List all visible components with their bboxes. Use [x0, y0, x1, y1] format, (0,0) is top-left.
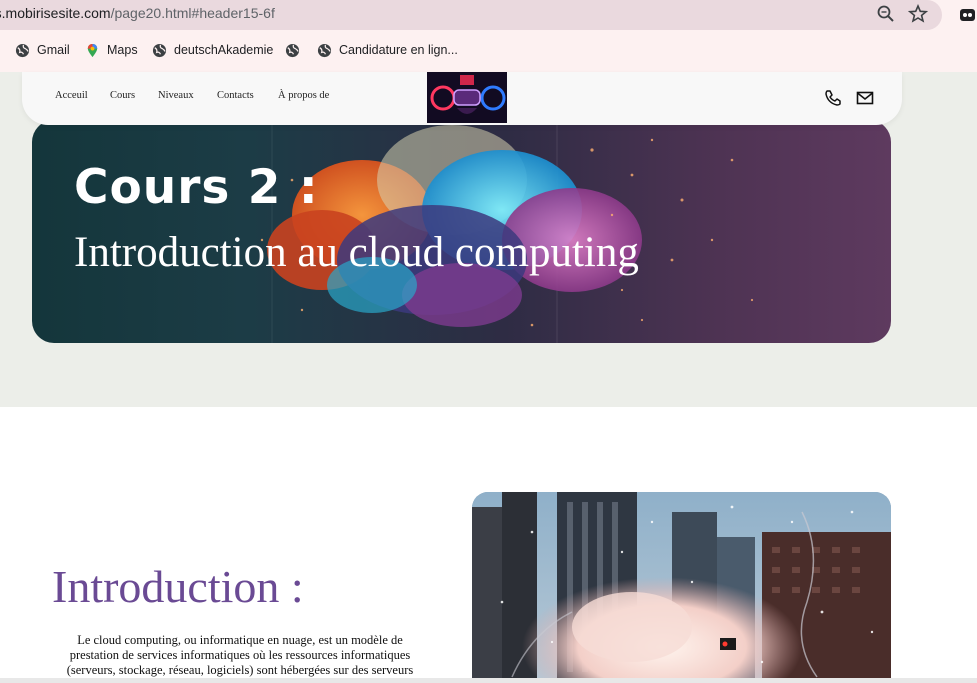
- nav-link-cours[interactable]: Cours: [110, 90, 135, 101]
- mail-icon[interactable]: [856, 90, 874, 106]
- hero-title: Cours 2 :: [74, 160, 319, 215]
- bookmark-candidature[interactable]: Candidature en lign...: [317, 38, 458, 62]
- nav-link-acceuil[interactable]: Acceuil: [55, 90, 88, 101]
- bookmark-label: Gmail: [37, 43, 70, 57]
- globe-icon: [317, 43, 332, 57]
- extension-icon[interactable]: [958, 6, 977, 23]
- intro-heading: Introduction :: [52, 561, 304, 612]
- phone-icon[interactable]: [824, 89, 842, 107]
- bookmark-deutschakademie[interactable]: deutschAkademie: [152, 38, 273, 62]
- nav-link-a-propos[interactable]: À propos de: [278, 90, 329, 101]
- nav-link-contacts[interactable]: Contacts: [217, 90, 254, 101]
- bookmark-label: deutschAkademie: [174, 43, 274, 57]
- bookmark-gmail[interactable]: Gmail: [15, 38, 70, 62]
- globe-icon: [152, 43, 167, 57]
- city-cloud-image: [472, 492, 891, 682]
- hero-subtitle: Introduction au cloud computing: [74, 229, 639, 276]
- intro-paragraph: Le cloud computing, ou informatique en n…: [66, 633, 414, 677]
- address-bar[interactable]: rs.mobirisesite.com/page20.html#header15…: [0, 0, 942, 30]
- nav-link-niveaux[interactable]: Niveaux: [158, 90, 194, 101]
- browser-chrome: rs.mobirisesite.com/page20.html#header15…: [0, 0, 977, 72]
- bookmarks-bar: Gmail Maps deutschAkademie Candidature e…: [0, 38, 977, 62]
- bookmark-maps[interactable]: Maps: [85, 38, 138, 62]
- site-logo[interactable]: [427, 72, 507, 123]
- url-path: /page20.html#header15-6f: [110, 5, 275, 21]
- hero-banner: Cours 2 : Introduction au cloud computin…: [32, 120, 891, 343]
- url-text[interactable]: rs.mobirisesite.com/page20.html#header15…: [0, 5, 275, 21]
- horizontal-scrollbar[interactable]: [0, 678, 977, 683]
- maps-pin-icon: [87, 43, 98, 57]
- bookmark-star-icon[interactable]: [908, 4, 928, 24]
- zoom-icon[interactable]: [876, 4, 896, 24]
- bookmark-untitled[interactable]: [285, 38, 307, 62]
- globe-icon: [15, 43, 30, 57]
- globe-icon: [285, 43, 300, 57]
- bookmark-label: Maps: [107, 43, 138, 57]
- url-host: rs.mobirisesite.com: [0, 5, 111, 21]
- bookmark-label: Candidature en lign...: [339, 43, 458, 57]
- site-navbar: Acceuil Cours Niveaux Contacts À propos …: [22, 72, 902, 125]
